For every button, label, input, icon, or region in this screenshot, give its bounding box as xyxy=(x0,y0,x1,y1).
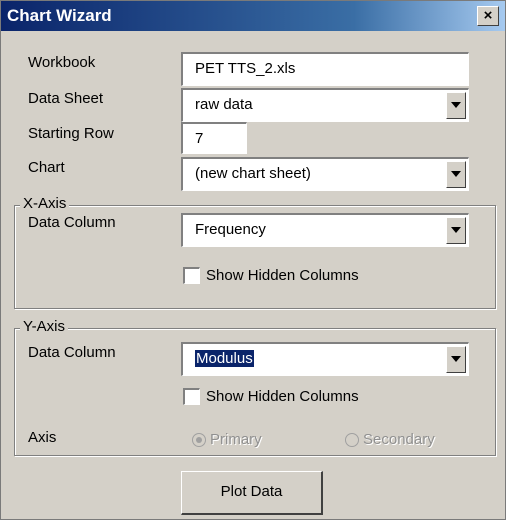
y-axis-data-column-value: Modulus xyxy=(195,350,254,367)
x-axis-dropdown-button[interactable] xyxy=(446,217,466,244)
x-axis-show-hidden-label[interactable]: Show Hidden Columns xyxy=(206,267,359,284)
x-axis-data-column-select[interactable]: Frequency xyxy=(181,213,469,247)
y-axis-axis-label: Axis xyxy=(28,429,57,446)
x-axis-data-column-value: Frequency xyxy=(195,221,266,238)
y-axis-show-hidden-label[interactable]: Show Hidden Columns xyxy=(206,388,359,405)
close-icon: × xyxy=(483,7,493,24)
y-axis-data-column-select[interactable]: Modulus xyxy=(181,342,469,376)
x-axis-show-hidden-checkbox[interactable] xyxy=(183,267,200,284)
data-sheet-label: Data Sheet xyxy=(28,90,104,107)
x-axis-group-label: X-Axis xyxy=(20,195,70,212)
secondary-radio-label[interactable]: Secondary xyxy=(363,431,435,448)
window-title: Chart Wizard xyxy=(7,6,112,25)
close-button[interactable]: × xyxy=(477,6,499,26)
workbook-label: Workbook xyxy=(28,54,96,71)
starting-row-input[interactable]: 7 xyxy=(181,122,247,154)
chart-dropdown-button[interactable] xyxy=(446,161,466,188)
y-axis-dropdown-button[interactable] xyxy=(446,346,466,373)
y-axis-show-hidden-checkbox[interactable] xyxy=(183,388,200,405)
chart-select[interactable]: (new chart sheet) xyxy=(181,157,469,191)
primary-radio-label[interactable]: Primary xyxy=(210,431,262,448)
chart-value: (new chart sheet) xyxy=(195,165,311,182)
data-sheet-select[interactable]: raw data xyxy=(181,88,469,122)
y-axis-data-column-label: Data Column xyxy=(28,344,116,361)
title-bar[interactable]: Chart Wizard × xyxy=(1,1,505,31)
y-axis-selected-text: Modulus xyxy=(195,350,254,367)
data-sheet-dropdown-button[interactable] xyxy=(446,92,466,119)
data-sheet-value: raw data xyxy=(195,96,253,113)
workbook-value: PET TTS_2.xls xyxy=(195,60,296,77)
starting-row-value: 7 xyxy=(195,130,204,147)
x-axis-data-column-label: Data Column xyxy=(28,214,116,231)
primary-radio[interactable] xyxy=(192,433,206,447)
workbook-input[interactable]: PET TTS_2.xls xyxy=(181,52,469,86)
plot-data-button[interactable]: Plot Data xyxy=(181,471,323,515)
chart-label: Chart xyxy=(28,159,65,176)
chart-wizard-window: Chart Wizard × Workbook PET TTS_2.xls Da… xyxy=(0,0,506,520)
plot-data-label: Plot Data xyxy=(220,483,283,500)
starting-row-label: Starting Row xyxy=(28,125,114,142)
secondary-radio[interactable] xyxy=(345,433,359,447)
y-axis-group-label: Y-Axis xyxy=(20,318,68,335)
